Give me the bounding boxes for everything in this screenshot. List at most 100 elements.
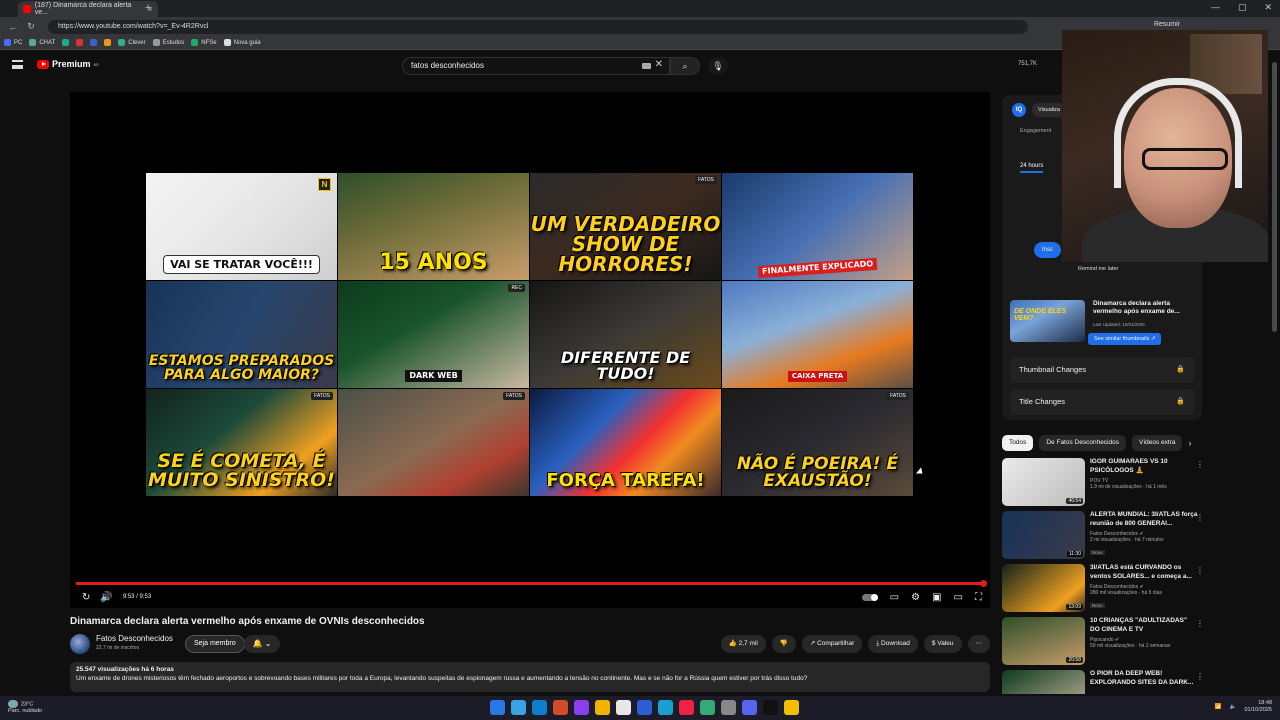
taskbar-app-icon[interactable] [616,700,631,715]
bookmark-item[interactable]: Nova guia [223,39,261,46]
recommended-video[interactable]: O PIOR DA DEEP WEB! EXPLORANDO SITES DA … [1002,670,1210,694]
remind-later-link[interactable]: Remind me later [1078,266,1118,272]
bookmark-item[interactable]: CHAT [29,39,55,46]
reload-icon[interactable]: ↻ [26,21,36,32]
weather-widget[interactable]: 23°C Parc. nublado [8,700,42,715]
taskbar-app-icon[interactable] [595,700,610,715]
dislike-button[interactable]: 👎 [771,635,796,653]
end-screen-video[interactable]: FINALMENTE EXPLICADO [722,173,913,280]
end-screen-video[interactable]: FATOS UM VERDADEIRO SHOW DE HORRORES! [530,173,721,280]
more-options-icon[interactable]: ⋮ [1196,619,1204,628]
bookmark-item[interactable]: Clever [118,39,146,46]
visualize-tab[interactable]: Visualiza [1032,103,1066,117]
more-options-icon[interactable]: ⋮ [1196,513,1204,522]
download-button[interactable]: ⤓ Download [868,635,918,653]
search-input[interactable]: fatos desconhecidos ✕ [402,57,670,75]
close-window-button[interactable]: ✕ [1264,2,1272,13]
recommended-thumbnail[interactable]: 13:09 [1002,564,1085,612]
hamburger-menu-icon[interactable] [12,60,23,69]
chip-channel[interactable]: De Fatos Desconhecidos [1039,435,1126,451]
recommended-title[interactable]: O PIOR DA DEEP WEB! EXPLORANDO SITES DA … [1090,670,1198,688]
url-field[interactable]: https://www.youtube.com/watch?v=_Ev-4R2R… [48,20,1028,34]
end-screen-video[interactable]: FORÇA TAREFA! [530,389,721,496]
miniplayer-icon[interactable]: ▣ [932,592,941,603]
taskbar-app-icon[interactable] [553,700,568,715]
share-button[interactable]: ↗ Compartilhar [801,635,863,653]
notification-bell-button[interactable]: 🔔 ⌄ [244,635,280,653]
recommended-thumbnail[interactable] [1002,670,1085,694]
end-screen-video[interactable]: ESTAMOS PREPARADOS PARA ALGO MAIOR? [146,281,337,388]
video-player[interactable]: N VAI SE TRATAR VOCÊ!!! 15 ANOS FATOS UM VER… [70,92,990,608]
progress-bar[interactable] [76,580,987,587]
recommended-video[interactable]: 20:58 10 CRIANÇAS "ADULTIZADAS" DO CINEMA… [1002,617,1210,670]
theater-mode-icon[interactable]: ▭ [954,592,963,603]
title-changes-row[interactable]: Title Changes 🔒 [1010,389,1194,415]
channel-avatar[interactable] [70,634,90,654]
chip-all[interactable]: Todos [1002,435,1034,451]
recommended-video[interactable]: 11:30 ALERTA MUNDIAL: 3I/ATLAS força reun… [1002,511,1210,564]
bookmark-item[interactable] [62,39,70,46]
fullscreen-icon[interactable]: ⛶ [975,592,982,603]
clock[interactable]: 18:48 01/10/2025 [1244,700,1272,714]
recommended-thumbnail[interactable]: 11:30 [1002,511,1085,559]
more-options-icon[interactable]: ⋮ [1196,672,1204,681]
see-similar-button[interactable]: See similar thumbnails ↗ [1088,333,1162,345]
recommended-title[interactable]: 10 CRIANÇAS "ADULTIZADAS" DO CINEMA E TV [1090,617,1198,635]
minimize-button[interactable]: — [1211,2,1220,13]
youtube-logo[interactable]: Premium BR [37,59,99,69]
chevron-right-icon[interactable]: › [1188,438,1191,448]
join-button[interactable]: Seja membro [185,635,245,653]
back-icon[interactable]: ← [8,22,18,32]
bookmark-item[interactable] [90,39,98,46]
recommended-video[interactable]: 46:54 IGOR GUIMARÃES VS 10 PSICÓLOGOS 🧘 PO… [1002,458,1210,511]
page-scrollbar[interactable] [1272,62,1277,332]
recommended-thumbnail[interactable]: 20:58 [1002,617,1085,665]
taskbar-app-icon[interactable] [511,700,526,715]
bookmark-item[interactable]: PC [4,39,22,46]
subtitles-icon[interactable]: ▭ [890,592,899,603]
chip-extra[interactable]: Vídeos extra [1131,435,1183,451]
taskbar-app-icon[interactable] [700,700,715,715]
recommended-title[interactable]: ALERTA MUNDIAL: 3I/ATLAS força reunião d… [1090,511,1198,529]
taskbar-app-icon[interactable] [742,700,757,715]
browser-tab[interactable]: (187) Dinamarca declara alerta ve... × [18,1,158,17]
taskbar-app-icon[interactable] [574,700,589,715]
progress-scrubber[interactable] [980,580,987,587]
bookmark-item[interactable]: Estudos [152,39,184,46]
thumbnail-changes-row[interactable]: Thumbnail Changes 🔒 [1010,357,1194,383]
more-options-icon[interactable]: ⋮ [1196,460,1204,469]
clear-search-icon[interactable]: ✕ [655,59,663,70]
taskbar-app-icon[interactable] [679,700,694,715]
end-screen-video[interactable]: FATOS [338,389,529,496]
search-button[interactable]: ⌕ [670,57,700,75]
taskbar-app-icon[interactable] [637,700,652,715]
bookmark-item[interactable] [76,39,84,46]
taskbar-app-icon[interactable] [721,700,736,715]
taskbar-app-icon[interactable] [784,700,799,715]
subscribe-button[interactable]: Insc [1034,242,1062,258]
taskbar-app-icon[interactable] [490,700,505,715]
end-screen-video[interactable]: 15 ANOS [338,173,529,280]
taskbar-app-icon[interactable] [532,700,547,715]
speaker-icon[interactable]: 🔈 [1230,704,1237,710]
recommended-video[interactable]: 13:09 3I/ATLAS está CURVANDO os ventos SO… [1002,564,1210,617]
settings-icon[interactable]: ⚙ [911,592,920,603]
end-screen-video[interactable]: DIFERENTE DE TUDO! [530,281,721,388]
taskbar-app-icon[interactable] [658,700,673,715]
bookmark-item[interactable] [104,39,112,46]
wifi-icon[interactable]: 📶 [1215,704,1222,710]
end-screen-video[interactable]: FATOS NÃO É POEIRA! É EXAUSTÃO! [722,389,913,496]
tab-24-hours[interactable]: 24 hours [1020,163,1044,173]
volume-icon[interactable]: 🔊 [100,592,112,603]
more-actions-button[interactable]: ⋯ [967,635,990,653]
recommended-thumbnail[interactable]: 46:54 [1002,458,1085,506]
keyboard-icon[interactable] [642,63,651,69]
autoplay-toggle[interactable] [861,593,878,601]
taskbar-app-icon[interactable] [763,700,778,715]
recommended-title[interactable]: IGOR GUIMARÃES VS 10 PSICÓLOGOS 🧘 [1090,458,1198,476]
end-screen-video[interactable]: REC DARK WEB [338,281,529,388]
resume-button[interactable]: Resumir [1154,21,1180,28]
end-screen-video[interactable]: FATOS SE É COMETA, É MUITO SINISTRO! [146,389,337,496]
bookmark-item[interactable]: NFSe [191,39,217,46]
new-tab-button[interactable]: + [145,2,151,14]
